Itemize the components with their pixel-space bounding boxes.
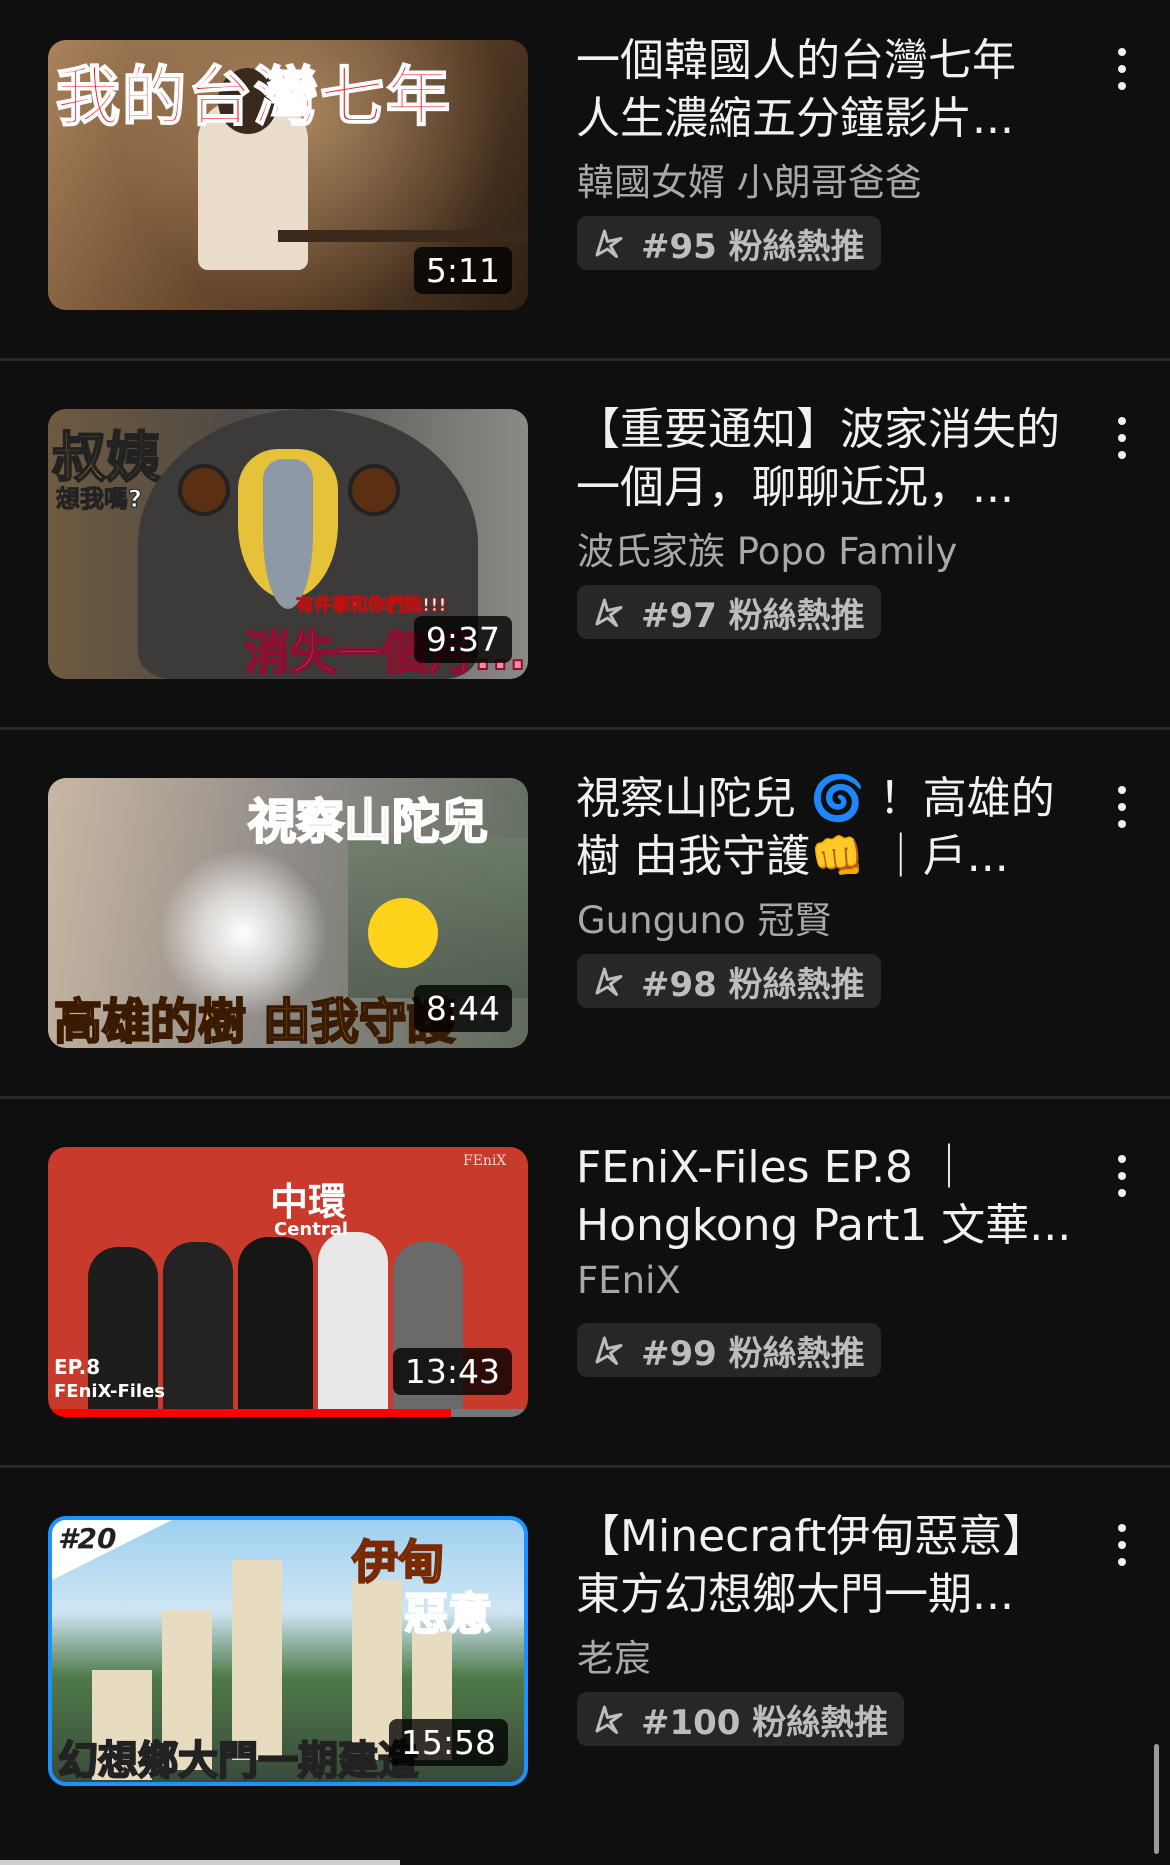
trending-badge: #98 粉絲熱推 <box>577 954 881 1008</box>
more-vert-icon[interactable] <box>1102 1151 1142 1201</box>
badge-label: #95 粉絲熱推 <box>641 226 865 267</box>
badge-label: #98 粉絲熱推 <box>641 964 865 1005</box>
divider <box>0 1465 1170 1468</box>
next-thumbnail-peek <box>0 1860 400 1865</box>
thumbnail-overlay-text: FEniX-Files <box>54 1381 166 1402</box>
scrollbar[interactable] <box>1154 1744 1159 1854</box>
video-thumbnail[interactable]: 視察山陀兒 高雄的樹 由我守護 8:44 <box>48 778 528 1048</box>
channel-name[interactable]: FEniX <box>577 1259 681 1302</box>
table <box>278 230 528 242</box>
person-figure <box>238 1237 313 1417</box>
video-item[interactable]: 中環 Central FEniX EP.8 FEniX-Files 13:43 … <box>0 1107 1170 1475</box>
trending-star-icon <box>595 598 623 627</box>
watch-progress-track <box>48 1409 528 1417</box>
badge-label: #99 粉絲熱推 <box>641 1333 865 1374</box>
divider <box>0 1096 1170 1099</box>
video-thumbnail[interactable]: 我的台灣七年 5:11 <box>48 40 528 310</box>
thumbnail-overlay-text: EP.8 <box>54 1355 101 1379</box>
person-figure <box>163 1242 233 1417</box>
person-figure <box>318 1232 388 1417</box>
thumbnail-overlay-text: FEniX <box>463 1153 507 1169</box>
duck-figure <box>368 898 438 968</box>
video-title[interactable]: FEniX-Files EP.8 ｜ Hongkong Part1 文華... <box>576 1139 1076 1255</box>
video-thumbnail[interactable]: 中環 Central FEniX EP.8 FEniX-Files 13:43 <box>48 1147 528 1417</box>
video-duration: 9:37 <box>413 616 512 663</box>
thumbnail-overlay-text: #20 <box>58 1522 117 1555</box>
channel-name[interactable]: Gunguno 冠賢 <box>577 890 831 944</box>
thumbnail-overlay-text: Central <box>274 1219 349 1240</box>
trending-badge: #95 粉絲熱推 <box>577 216 881 270</box>
more-vert-icon[interactable] <box>1102 44 1142 94</box>
video-duration: 5:11 <box>413 247 512 294</box>
watch-progress-fill <box>48 1409 452 1417</box>
trending-star-icon <box>595 967 623 996</box>
trending-badge: #100 粉絲熱推 <box>577 1692 905 1746</box>
more-vert-icon[interactable] <box>1102 413 1142 463</box>
eagle-eye <box>178 464 230 516</box>
video-title[interactable]: 【Minecraft伊甸惡意】 東方幻想鄉大門一期... <box>576 1508 1076 1624</box>
video-title[interactable]: 一個韓國人的台灣七年 人生濃縮五分鐘影片... <box>576 32 1076 148</box>
thumbnail-overlay-text: 我的台灣七年 <box>55 60 452 136</box>
channel-name[interactable]: 老宸 <box>577 1628 651 1682</box>
video-item[interactable]: 視察山陀兒 高雄的樹 由我守護 8:44 視察山陀兒 🌀 ！高雄的 樹 由我守護… <box>0 738 1170 1106</box>
video-duration: 8:44 <box>413 985 512 1032</box>
trending-star-icon <box>595 229 623 258</box>
video-thumbnail[interactable]: 叔姨 想我嗎? 有件事和你們說!!! 消失一個月...? 9:37 <box>48 409 528 679</box>
divider <box>0 727 1170 730</box>
thumbnail-overlay-text: 幻想鄉大門一期建造 <box>57 1737 419 1784</box>
thumbnail-overlay-text: 高雄的樹 由我守護 <box>53 993 456 1048</box>
video-duration: 15:58 <box>388 1719 508 1766</box>
video-duration: 13:43 <box>392 1348 512 1395</box>
video-title[interactable]: 視察山陀兒 🌀 ！高雄的 樹 由我守護👊 ｜戶... <box>576 770 1076 886</box>
divider <box>0 358 1170 361</box>
more-vert-icon[interactable] <box>1102 782 1142 832</box>
badge-label: #100 粉絲熱推 <box>641 1702 889 1743</box>
video-title[interactable]: 【重要通知】波家消失的 一個月，聊聊近況，... <box>576 401 1076 517</box>
thumbnail-overlay-text: 視察山陀兒 <box>247 793 489 851</box>
channel-name[interactable]: 波氏家族 Popo Family <box>577 521 957 575</box>
eagle-eye <box>348 464 400 516</box>
thumbnail-overlay-text: 有件事和你們說!!! <box>296 595 448 617</box>
video-item[interactable]: #20 伊甸 惡意 幻想鄉大門一期建造 15:58 【Minecraft伊甸惡意… <box>0 1476 1170 1844</box>
trending-star-icon <box>595 1336 623 1365</box>
trending-star-icon <box>595 1705 623 1734</box>
badge-label: #97 粉絲熱推 <box>641 595 865 636</box>
trending-badge: #99 粉絲熱推 <box>577 1323 881 1377</box>
video-item[interactable]: 叔姨 想我嗎? 有件事和你們說!!! 消失一個月...? 9:37 【重要通知】… <box>0 369 1170 737</box>
video-thumbnail[interactable]: #20 伊甸 惡意 幻想鄉大門一期建造 15:58 <box>48 1516 528 1786</box>
thumbnail-overlay-text: 想我嗎? <box>56 485 143 514</box>
eagle-beak-tip <box>263 459 313 609</box>
thumbnail-overlay-text: 中環 <box>270 1180 347 1224</box>
video-item[interactable]: 我的台灣七年 5:11 一個韓國人的台灣七年 人生濃縮五分鐘影片... 韓國女婿… <box>0 0 1170 368</box>
channel-name[interactable]: 韓國女婿 小朗哥爸爸 <box>577 152 922 206</box>
more-vert-icon[interactable] <box>1102 1520 1142 1570</box>
thumbnail-overlay-text: 惡意 <box>403 1588 493 1641</box>
trending-badge: #97 粉絲熱推 <box>577 585 881 639</box>
